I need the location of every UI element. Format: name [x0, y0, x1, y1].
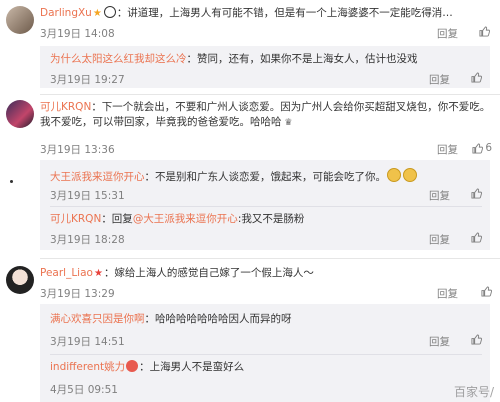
username[interactable]: 可儿KRQN	[40, 101, 91, 113]
like-count: 6	[485, 142, 492, 154]
comment-body: ：下一个就会出，不要和广州人谈恋爱。因为广州人会给你买超甜叉烧包，你不爱吃。我不…	[40, 101, 491, 128]
thumbs-up-icon	[479, 26, 490, 37]
comment-1: DarlingXu★ ：讲道理，上海男人有可能不错，但是有一个上海婆婆不一定能吃得…	[0, 0, 500, 92]
reply-text: 大王派我来逗你开心：不是别和广东人谈恋爱，饿起来，可能会吃了你。	[50, 168, 482, 185]
reply-meta: 3月19日 15:31 回复	[50, 188, 482, 202]
reply-body: ：赞同，还有，如果你不是上海女人，估计也没戏	[186, 53, 418, 65]
laugh-emoji-icon	[403, 168, 417, 182]
reply-meta: 3月19日 14:51 回复	[50, 334, 482, 348]
thumbs-up-icon	[471, 188, 482, 199]
reply-text: 满心欢喜只因是你啊：哈哈哈哈哈哈哈因人而异的呀	[50, 312, 482, 327]
avatar-emoji-icon	[126, 360, 139, 372]
reply-timestamp: 3月19日 18:28	[50, 234, 125, 246]
divider	[40, 258, 500, 259]
comment-text: Pearl_Liao★：嫁给上海人的感觉自己嫁了一个假上海人～	[40, 266, 494, 281]
reply-text: 为什么太阳这么红我却这么冷：赞同，还有，如果你不是上海女人，估计也没戏	[50, 52, 482, 67]
like-button[interactable]	[479, 26, 492, 37]
like-button[interactable]	[481, 286, 492, 297]
reply-timestamp: 3月19日 15:31	[50, 190, 125, 202]
laugh-emoji-icon	[387, 168, 401, 182]
thumbs-up-icon	[471, 232, 482, 243]
reply-divider	[50, 354, 482, 355]
reply-thread: 满心欢喜只因是你啊：哈哈哈哈哈哈哈因人而异的呀 3月19日 14:51 回复 i…	[40, 304, 490, 402]
username[interactable]: DarlingXu	[40, 7, 92, 19]
thumbs-up-icon	[472, 142, 484, 154]
mention-link[interactable]: @大王派我来逗你开心	[133, 213, 238, 225]
divider	[40, 94, 500, 95]
comment-meta: 3月19日 14:08 回复	[40, 26, 492, 40]
reply-meta: 3月19日 18:28 回复	[50, 232, 482, 246]
vip-star-icon: ★	[92, 8, 102, 19]
reply-username[interactable]: 可儿KRQN	[50, 213, 101, 225]
reply-button[interactable]: 回复	[437, 142, 458, 157]
reply-body: ：上海男人不是蛮好么	[139, 361, 245, 373]
username[interactable]: Pearl_Liao	[40, 267, 93, 279]
timestamp: 3月19日 13:36	[40, 144, 115, 156]
avatar[interactable]	[6, 100, 34, 128]
reply-thread: 为什么太阳这么红我却这么冷：赞同，还有，如果你不是上海女人，估计也没戏 3月19…	[40, 46, 490, 88]
like-button[interactable]	[471, 232, 482, 243]
reply-timestamp: 3月19日 14:51	[50, 336, 125, 348]
reply-text: 可儿KRQN：回复@大王派我来逗你开心:我又不是肠粉	[50, 212, 482, 227]
comment-meta: 3月19日 13:36 回复 6	[40, 142, 492, 156]
timestamp: 3月19日 13:29	[40, 288, 115, 300]
watermark: 百家号/	[453, 385, 494, 399]
reply-username[interactable]: 大王派我来逗你开心	[50, 171, 145, 183]
like-button[interactable]	[471, 188, 482, 199]
comment-3: Pearl_Liao★：嫁给上海人的感觉自己嫁了一个假上海人～ 3月19日 13…	[0, 262, 500, 402]
reply-meta: 4月5日 09:51	[50, 382, 482, 396]
comment-body: ：讲道理，上海男人有可能不错，但是有一个上海婆婆不一定能吃得消…	[116, 7, 453, 19]
reply-timestamp: 4月5日 09:51	[50, 384, 118, 396]
reply-timestamp: 3月19日 19:27	[50, 74, 125, 86]
reply-username[interactable]: indifferent姚力	[50, 361, 125, 373]
thumbs-up-icon	[481, 286, 492, 297]
bullet-dot	[10, 180, 13, 183]
comment-body: ：嫁给上海人的感觉自己嫁了一个假上海人～	[103, 267, 314, 279]
reply-button[interactable]: 回复	[429, 72, 450, 87]
avatar[interactable]	[6, 6, 34, 34]
thumbs-up-icon	[471, 334, 482, 345]
comment-text: DarlingXu★ ：讲道理，上海男人有可能不错，但是有一个上海婆婆不一定能吃得…	[40, 6, 494, 21]
comment-text: 可儿KRQN：下一个就会出，不要和广州人谈恋爱。因为广州人会给你买超甜叉烧包，你…	[40, 100, 494, 131]
like-button[interactable]	[471, 334, 482, 345]
like-button[interactable]: 6	[472, 142, 492, 154]
reply-body: ：哈哈哈哈哈哈哈因人而异的呀	[144, 313, 292, 325]
reply-button[interactable]: 回复	[437, 26, 458, 41]
reply-body-2: :我又不是肠粉	[237, 213, 305, 225]
reply-button[interactable]: 回复	[429, 334, 450, 349]
timestamp: 3月19日 14:08	[40, 28, 115, 40]
reply-body: ：不是别和广东人谈恋爱，饿起来，可能会吃了你。	[144, 171, 387, 183]
reply-button[interactable]: 回复	[429, 232, 450, 247]
reply-button[interactable]: 回复	[429, 188, 450, 203]
vip-star-icon: ★	[93, 268, 103, 279]
thumbs-up-icon	[471, 72, 482, 83]
reply-meta: 3月19日 19:27 回复	[50, 72, 482, 86]
reply-username[interactable]: 满心欢喜只因是你啊	[50, 313, 145, 325]
avatar[interactable]	[6, 266, 34, 294]
panda-emoji-icon	[103, 6, 116, 18]
comment-meta: 3月19日 13:29 回复	[40, 286, 492, 300]
reply-button[interactable]: 回复	[437, 286, 458, 301]
like-button[interactable]	[471, 72, 482, 83]
comment-2: 可儿KRQN：下一个就会出，不要和广州人谈恋爱。因为广州人会给你买超甜叉烧包，你…	[0, 96, 500, 256]
reply-thread: 大王派我来逗你开心：不是别和广东人谈恋爱，饿起来，可能会吃了你。 3月19日 1…	[40, 160, 490, 250]
reply-body: ：回复	[101, 213, 133, 225]
crown-icon: ♛	[281, 118, 293, 128]
reply-username[interactable]: 为什么太阳这么红我却这么冷	[50, 53, 187, 65]
reply-divider	[50, 206, 482, 207]
reply-text: indifferent姚力 ：上海男人不是蛮好么	[50, 360, 482, 375]
